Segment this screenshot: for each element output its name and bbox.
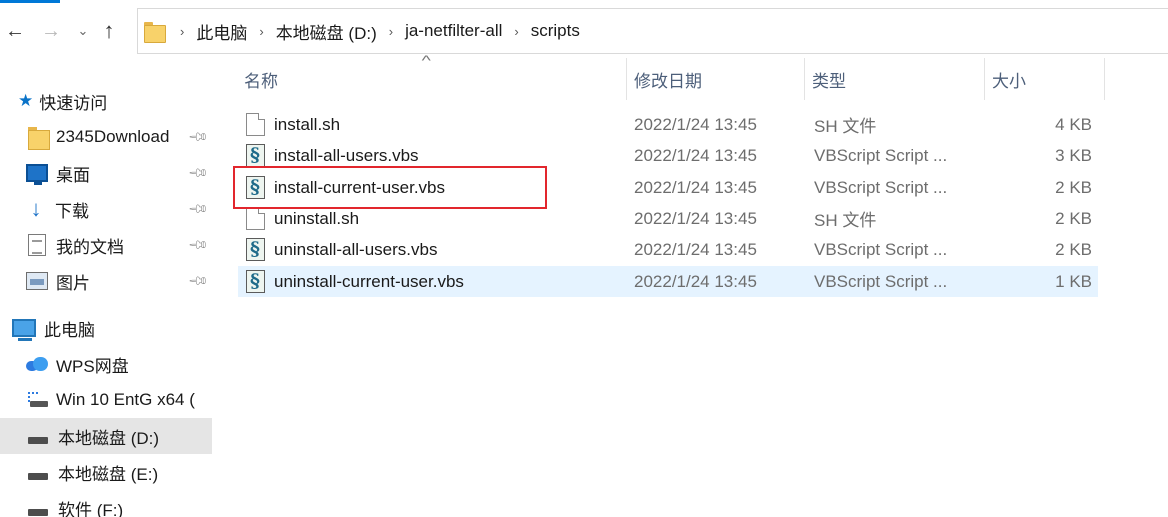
sidebar-item-wps-cloud[interactable]: WPS网盘 — [0, 346, 212, 382]
sidebar-item-label: 本地磁盘 (D:) — [58, 428, 160, 448]
pin-icon: 📌︎ — [187, 161, 210, 184]
pin-icon: 📌︎ — [187, 197, 210, 220]
ribbon-accent — [0, 0, 60, 3]
column-header-size[interactable]: 大小 — [984, 56, 1104, 102]
sidebar-item-pictures[interactable]: 图片 📌︎ — [0, 263, 212, 299]
file-name: uninstall.sh — [274, 208, 360, 228]
sidebar-item-win10-usb[interactable]: Win 10 EntG x64 ( — [0, 382, 212, 418]
file-size: 4 KB — [1055, 114, 1092, 134]
file-date: 2022/1/24 13:45 — [634, 145, 757, 165]
usb-drive-icon — [26, 392, 48, 408]
column-header-name[interactable]: 名称 — [236, 56, 626, 102]
file-date: 2022/1/24 13:45 — [634, 177, 757, 197]
back-arrow-icon[interactable]: ← — [0, 16, 30, 46]
column-header-date[interactable]: 修改日期 — [626, 56, 804, 102]
file-type: SH 文件 — [814, 211, 877, 230]
sidebar-item-downloads[interactable]: ↓ 下载 📌︎ — [0, 191, 212, 227]
sh-file-icon — [246, 113, 265, 136]
sidebar-item-drive-f[interactable]: 软件 (F:) — [0, 490, 212, 517]
sidebar-item-label: WPS网盘 — [56, 356, 129, 376]
file-name: install.sh — [274, 114, 341, 134]
sidebar-item-this-pc[interactable]: 此电脑 — [0, 310, 212, 346]
file-type: VBScript Script ... — [814, 145, 948, 165]
pin-icon: 📌︎ — [187, 233, 210, 256]
file-size: 2 KB — [1055, 177, 1092, 197]
sidebar-item-label: 软件 (F:) — [58, 500, 124, 517]
sidebar-item-label: 快速访问 — [39, 93, 108, 113]
file-type: VBScript Script ... — [814, 271, 948, 291]
sidebar-item-label: 图片 — [56, 273, 90, 293]
file-name-cell: uninstall-all-users.vbs — [246, 234, 437, 265]
file-name-cell: install.sh — [246, 109, 340, 140]
sidebar-item-quick-access[interactable]: ★ 快速访问 — [0, 83, 212, 119]
desktop-icon — [26, 164, 48, 185]
sidebar-item-desktop[interactable]: 桌面 📌︎ — [0, 155, 212, 191]
folder-icon — [28, 126, 50, 150]
sidebar-item-2345download[interactable]: 2345Download 📌︎ — [0, 119, 212, 155]
computer-icon — [12, 319, 36, 341]
sidebar-item-documents[interactable]: 我的文档 📌︎ — [0, 227, 212, 263]
navigation-pane: ★ 快速访问 2345Download 📌︎ 桌面 📌︎ ↓ 下载 📌︎ 我的文… — [0, 82, 212, 517]
file-name-cell: uninstall-current-user.vbs — [246, 266, 464, 297]
file-size: 2 KB — [1055, 208, 1092, 228]
vbscript-file-icon — [246, 144, 265, 167]
address-bar[interactable]: › 此电脑 › 本地磁盘 (D:) › ja-netfilter-all › s… — [137, 8, 1168, 54]
sidebar-item-label: 2345Download — [56, 127, 170, 146]
drive-icon — [28, 472, 48, 480]
forward-arrow-icon[interactable]: → — [36, 16, 66, 46]
file-date: 2022/1/24 13:45 — [634, 271, 757, 291]
documents-icon — [28, 234, 46, 256]
up-arrow-icon[interactable]: ↑ — [94, 16, 124, 46]
sidebar-item-label: 下载 — [55, 201, 89, 221]
chevron-right-icon[interactable]: › — [259, 24, 263, 39]
sidebar-item-drive-e[interactable]: 本地磁盘 (E:) — [0, 454, 212, 490]
file-name: install-all-users.vbs — [274, 145, 419, 165]
sidebar-item-drive-d[interactable]: 本地磁盘 (D:) — [0, 418, 212, 454]
cloud-icon — [26, 357, 48, 371]
file-size: 3 KB — [1055, 145, 1092, 165]
pictures-icon — [26, 272, 48, 290]
breadcrumb-this-pc[interactable]: 此电脑 — [196, 19, 247, 44]
chevron-right-icon[interactable]: › — [389, 24, 393, 39]
file-date: 2022/1/24 13:45 — [634, 239, 757, 259]
file-row-selected[interactable]: uninstall-current-user.vbs 2022/1/24 13:… — [238, 266, 1098, 297]
recent-locations-chevron-icon[interactable]: ⌄ — [72, 16, 94, 46]
column-divider[interactable] — [1104, 58, 1105, 100]
sidebar-item-label: 桌面 — [56, 165, 90, 185]
drive-icon — [28, 508, 48, 516]
column-header-type[interactable]: 类型 — [804, 56, 984, 102]
file-row[interactable]: uninstall-all-users.vbs 2022/1/24 13:45 … — [238, 234, 1098, 265]
file-date: 2022/1/24 13:45 — [634, 208, 757, 228]
sidebar-item-label: 本地磁盘 (E:) — [58, 464, 159, 484]
download-icon: ↓ — [30, 196, 42, 221]
vbscript-file-icon — [246, 270, 265, 293]
chevron-right-icon[interactable]: › — [514, 24, 518, 39]
file-name: uninstall-current-user.vbs — [274, 271, 464, 291]
breadcrumb-ja-netfilter-all[interactable]: ja-netfilter-all — [405, 21, 502, 41]
chevron-right-icon[interactable]: › — [180, 24, 184, 39]
drive-icon — [28, 436, 48, 444]
breadcrumb-scripts[interactable]: scripts — [531, 21, 580, 41]
sidebar-item-label: Win 10 EntG x64 ( — [56, 390, 195, 409]
sidebar-item-label: 我的文档 — [56, 237, 124, 257]
pin-icon: 📌︎ — [187, 269, 210, 292]
sh-file-icon — [246, 207, 265, 230]
file-size: 2 KB — [1055, 239, 1092, 259]
file-size: 1 KB — [1055, 271, 1092, 291]
pin-icon: 📌︎ — [187, 125, 210, 148]
navigation-bar: ← → ⌄ ↑ › 此电脑 › 本地磁盘 (D:) › ja-netfilter… — [0, 8, 1168, 54]
annotation-highlight-box — [233, 166, 547, 209]
file-type: VBScript Script ... — [814, 239, 948, 259]
file-type: SH 文件 — [814, 117, 877, 136]
breadcrumb-drive-d[interactable]: 本地磁盘 (D:) — [276, 19, 377, 44]
sidebar-item-label: 此电脑 — [44, 320, 95, 340]
file-name: uninstall-all-users.vbs — [274, 239, 438, 259]
file-date: 2022/1/24 13:45 — [634, 114, 757, 134]
folder-icon — [144, 20, 166, 43]
file-type: VBScript Script ... — [814, 177, 948, 197]
star-icon: ★ — [18, 91, 34, 110]
file-row[interactable]: install.sh 2022/1/24 13:45 SH 文件 4 KB — [238, 109, 1098, 140]
vbscript-file-icon — [246, 238, 265, 261]
